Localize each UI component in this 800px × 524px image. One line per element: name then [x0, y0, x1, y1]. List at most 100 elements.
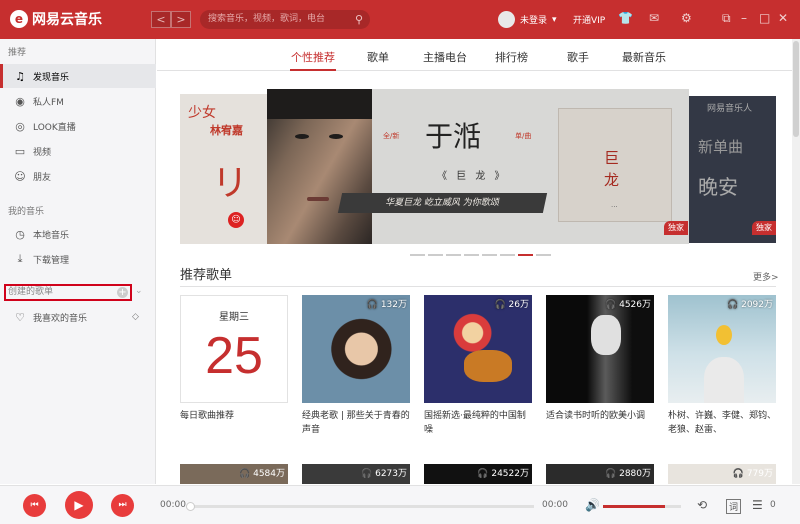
playlist-cover[interactable]: 🎧 132万	[302, 295, 410, 403]
banner-slide-left[interactable]: 少女 林宥嘉 リ ☺	[180, 94, 267, 244]
banner-slide-center[interactable]: 全/新 于湉 单/曲 《 巨 龙 》 华夏巨龙 屹立威风 为你歌颂 巨龙 ...	[267, 89, 689, 244]
previous-button[interactable]: ⏮	[23, 494, 46, 517]
scrollbar[interactable]	[792, 39, 800, 484]
tab-playlists[interactable]: 歌单	[367, 49, 389, 65]
sidebar-item-video[interactable]: ▭ 视频	[0, 139, 156, 163]
play-count: 🎧 132万	[366, 300, 407, 310]
album-cover-title: 巨龙	[604, 149, 620, 189]
avatar[interactable]	[498, 11, 515, 28]
playlist-cover[interactable]: 🎧 26万	[424, 295, 532, 403]
playlist-card[interactable]: 🎧 26万 国摇新选·最纯粹的中国制噪	[424, 295, 532, 437]
skin-icon[interactable]: 👕	[618, 11, 633, 25]
heartbeat-mode-icon[interactable]: ◇	[132, 312, 139, 322]
daily-recommend-card[interactable]: 星期三 25 每日歌曲推荐	[180, 295, 288, 437]
playlist-card[interactable]: 🎧 779万	[668, 464, 776, 484]
sidebar-item-local-music[interactable]: ◷ 本地音乐	[0, 222, 156, 246]
card-caption[interactable]: 每日歌曲推荐	[180, 409, 288, 437]
minimize-icon[interactable]: –	[741, 11, 747, 25]
banner-carousel[interactable]: 少女 林宥嘉 リ ☺ 全/新 于湉 单/曲 《 巨 龙 》 华夏巨龙 屹立威风 …	[180, 89, 776, 244]
sidebar-item-private-fm[interactable]: ◉ 私人FM	[0, 89, 156, 113]
sidebar-item-friends[interactable]: ☺ 朋友	[0, 164, 156, 188]
carousel-dot[interactable]	[536, 254, 551, 256]
heart-icon: ♡	[15, 310, 25, 324]
carousel-dot[interactable]	[410, 254, 425, 256]
tab-personal-recommend[interactable]: 个性推荐	[291, 49, 335, 65]
created-playlists-header[interactable]: 创建的歌单 +	[4, 284, 132, 301]
carousel-dot[interactable]	[500, 254, 515, 256]
playlist-cover[interactable]: 🎧 4526万	[546, 295, 654, 403]
search-icon[interactable]: ⚲	[355, 10, 363, 29]
sidebar-item-label: 朋友	[33, 172, 52, 183]
mini-mode-icon[interactable]: ⧉	[722, 11, 731, 26]
maximize-icon[interactable]: □	[759, 11, 770, 25]
download-icon: ⤓	[17, 252, 23, 265]
carousel-dot[interactable]	[482, 254, 497, 256]
banner-slogan: 华夏巨龙 屹立威风 为你歌颂	[337, 193, 548, 213]
created-playlists-label: 创建的歌单	[8, 287, 54, 297]
playlist-icon[interactable]: ☰	[752, 498, 763, 512]
more-link[interactable]: 更多>	[753, 270, 779, 283]
volume-slider[interactable]	[603, 505, 681, 508]
mail-icon[interactable]: ✉	[649, 11, 659, 25]
playlist-cover[interactable]: 🎧 2092万	[668, 295, 776, 403]
user-label[interactable]: 未登录	[520, 13, 547, 26]
loop-mode-icon[interactable]: ⟲	[697, 498, 707, 512]
volume-icon[interactable]: 🔊	[585, 498, 600, 512]
forward-button[interactable]: >	[171, 11, 191, 28]
play-count: 🎧 4584万	[239, 469, 285, 479]
playlist-card[interactable]: 🎧 132万 经典老歌 | 那些关于青春的声音	[302, 295, 410, 437]
chevron-down-icon[interactable]: ▾	[552, 15, 557, 25]
scrollbar-thumb[interactable]	[793, 41, 799, 137]
calendar-tile[interactable]: 星期三 25	[180, 295, 288, 403]
progress-knob[interactable]	[186, 502, 195, 511]
lyrics-button[interactable]: 词	[726, 499, 742, 514]
local-music-icon: ◷	[15, 227, 25, 241]
carousel-dot-active[interactable]	[518, 254, 533, 256]
play-count: 🎧 26万	[494, 300, 529, 310]
playlist-card[interactable]: 🎧 4584万	[180, 464, 288, 484]
search-input[interactable]: 搜索音乐，视频，歌词，电台 ⚲	[200, 10, 370, 29]
play-button[interactable]: ▶	[65, 491, 93, 519]
sidebar-item-label: 发现音乐	[33, 72, 70, 83]
playlist-card[interactable]: 🎧 6273万	[302, 464, 410, 484]
tab-artists[interactable]: 歌手	[567, 49, 589, 65]
album-cover: 巨龙 ...	[558, 108, 672, 222]
carousel-dot[interactable]	[428, 254, 443, 256]
tab-radio[interactable]: 主播电台	[423, 49, 467, 65]
card-caption[interactable]: 经典老歌 | 那些关于青春的声音	[302, 409, 410, 437]
chevron-down-icon[interactable]: ⌄	[135, 286, 143, 296]
back-button[interactable]: <	[151, 11, 171, 28]
card-caption[interactable]: 朴树、许巍、李健、郑钧、老狼、赵雷、	[668, 409, 776, 437]
sidebar-item-discover-music[interactable]: ♫ 发现音乐	[0, 64, 156, 88]
weekday: 星期三	[219, 312, 249, 323]
app-logo[interactable]: e 网易云音乐	[10, 9, 102, 29]
progress-bar[interactable]	[186, 502, 534, 511]
sidebar-item-look-live[interactable]: ◎ LOOK直播	[0, 114, 156, 138]
tab-new-music[interactable]: 最新音乐	[622, 49, 666, 65]
user-login[interactable]: 未登录 ▾	[498, 11, 557, 28]
playlist-card[interactable]: 🎧 24522万	[424, 464, 532, 484]
banner-right-text-1: 新单曲	[698, 138, 744, 156]
sidebar-item-liked-music[interactable]: ♡ 我喜欢的音乐 ◇	[0, 305, 156, 329]
carousel-dot[interactable]	[464, 254, 479, 256]
friends-icon: ☺	[14, 169, 26, 183]
card-caption[interactable]: 适合读书时听的欧美小调	[546, 409, 654, 437]
banner-right-logo: 网易音乐人	[707, 104, 753, 114]
netease-logo-icon: e	[10, 10, 28, 28]
open-vip-button[interactable]: 开通VIP	[573, 13, 605, 26]
sidebar: 推荐 ♫ 发现音乐 ◉ 私人FM ◎ LOOK直播 ▭ 视频 ☺ 朋友 我的音乐…	[0, 39, 156, 484]
tab-charts[interactable]: 排行榜	[495, 49, 528, 65]
playlist-card[interactable]: 🎧 2880万	[546, 464, 654, 484]
card-caption[interactable]: 国摇新选·最纯粹的中国制噪	[424, 409, 532, 437]
playlist-card[interactable]: 🎧 4526万 适合读书时听的欧美小调	[546, 295, 654, 437]
tab-bar: 个性推荐 歌单 主播电台 排行榜 歌手 最新音乐	[157, 39, 793, 71]
settings-icon[interactable]: ⚙	[681, 11, 692, 25]
play-count: 🎧 24522万	[477, 469, 529, 479]
next-button[interactable]: ⏭	[111, 494, 134, 517]
close-icon[interactable]: ✕	[778, 11, 788, 25]
day-number: 25	[205, 327, 263, 385]
carousel-dot[interactable]	[446, 254, 461, 256]
add-playlist-icon[interactable]: +	[117, 287, 128, 298]
playlist-card[interactable]: 🎧 2092万 朴树、许巍、李健、郑钧、老狼、赵雷、	[668, 295, 776, 437]
sidebar-item-download[interactable]: ⤓ 下载管理	[0, 247, 156, 271]
